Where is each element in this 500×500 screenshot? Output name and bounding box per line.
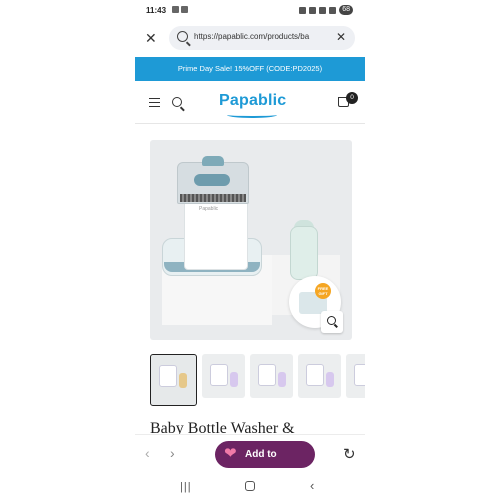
url-text[interactable]: https://papablic.com/products/ba <box>194 32 328 41</box>
thumbnail-machine <box>306 364 324 386</box>
product-thumbnail[interactable] <box>202 354 245 398</box>
android-nav-bar: ||| ‹ <box>135 474 365 500</box>
reload-icon[interactable]: ↻ <box>343 445 356 463</box>
site-header: Papablic 0 <box>135 84 365 124</box>
thumbnail-strip <box>150 354 365 406</box>
zoom-icon[interactable] <box>321 311 343 333</box>
thumbnail-bottle <box>278 372 286 387</box>
notification-icon <box>172 6 179 13</box>
home-icon[interactable] <box>245 481 255 491</box>
heart-icon: ❤ <box>224 445 237 462</box>
free-gift-tag: FREE GIFT <box>315 283 331 299</box>
recent-apps-icon[interactable]: ||| <box>180 481 192 493</box>
logo-swoosh <box>227 112 277 118</box>
browser-url-row: ✕ https://papablic.com/products/ba ✕ <box>135 24 365 52</box>
search-icon[interactable] <box>172 97 182 107</box>
product-thumbnail[interactable] <box>346 354 365 398</box>
thumbnail-bottle <box>230 372 238 387</box>
clear-url-icon[interactable]: ✕ <box>336 30 346 44</box>
thumbnail-machine <box>258 364 276 386</box>
thumbnail-machine <box>354 364 365 386</box>
promo-banner[interactable]: Prime Day Sale! 15%OFF (CODE:PD2025) <box>135 57 365 81</box>
thumbnail-bottle <box>326 372 334 387</box>
mute-icon <box>299 6 307 14</box>
logo-text: Papablic <box>219 92 287 109</box>
notification-icons <box>172 6 188 13</box>
product-thumbnail[interactable] <box>150 354 197 406</box>
battery-icon: 68 <box>339 5 353 15</box>
back-icon[interactable]: ‹ <box>310 478 314 493</box>
menu-icon[interactable] <box>149 98 160 107</box>
product-thumbnail[interactable] <box>298 354 341 398</box>
url-bar[interactable]: https://papablic.com/products/ba ✕ <box>169 26 355 50</box>
system-icons: 68 <box>299 5 353 15</box>
machine-inner-rack <box>194 174 230 186</box>
signal-icon <box>329 6 337 14</box>
message-icon <box>181 6 188 13</box>
formula-bottle <box>290 226 318 280</box>
machine-lid-knob <box>202 156 224 166</box>
status-bar: 11:43 68 <box>135 0 365 22</box>
phone-screen: 11:43 68 ✕ https://papablic.com/products… <box>135 0 365 500</box>
location-icon <box>309 6 317 14</box>
forward-arrow-icon[interactable]: › <box>170 445 175 461</box>
back-arrow-icon[interactable]: ‹ <box>145 445 150 461</box>
status-time: 11:43 <box>146 6 167 15</box>
machine-brand-text: Papablic <box>199 206 219 212</box>
cart-count-badge: 0 <box>346 92 358 104</box>
machine-grill <box>180 194 246 202</box>
close-tab-icon[interactable]: ✕ <box>145 30 157 47</box>
product-main-image[interactable]: Papablic FREE GIFT <box>150 140 352 340</box>
bottle-washer-body: Papablic <box>184 195 248 270</box>
product-thumbnail[interactable] <box>250 354 293 398</box>
thumbnail-machine <box>159 365 177 387</box>
add-to-babylist-button[interactable]: ❤ Add to Babylist <box>215 441 315 487</box>
thumbnail-bottle <box>179 373 187 388</box>
site-logo[interactable]: Papablic <box>219 92 287 118</box>
thumbnail-machine <box>210 364 228 386</box>
search-icon <box>177 31 188 42</box>
browser-bottom-toolbar: ‹ › ❤ Add to Babylist ↻ <box>135 434 365 487</box>
wifi-icon <box>319 6 327 14</box>
